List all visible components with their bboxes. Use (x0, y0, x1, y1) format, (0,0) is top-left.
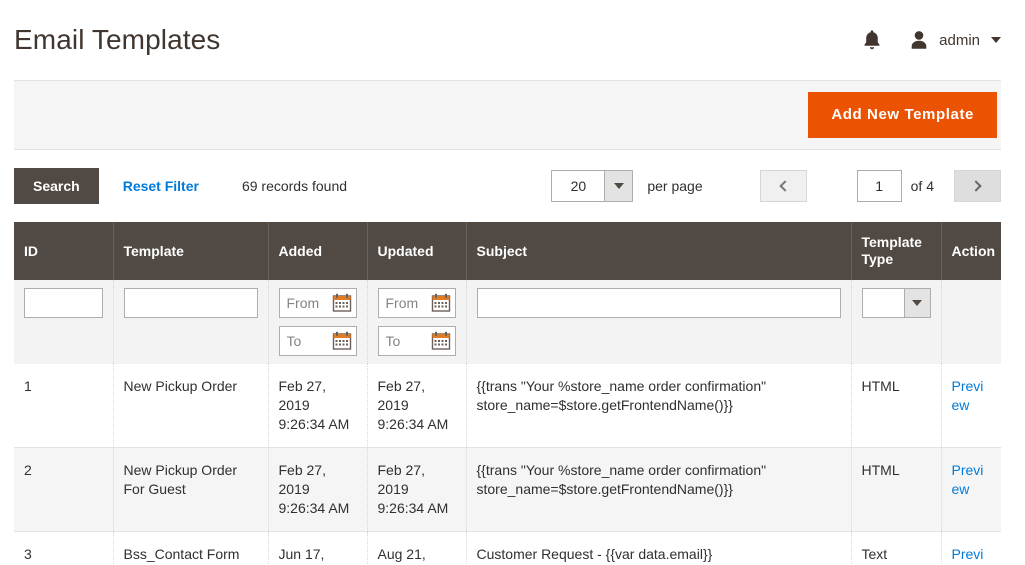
cell-subject: {{trans "Your %store_name order confirma… (466, 364, 852, 448)
per-page-select[interactable]: 20 (551, 170, 634, 202)
filter-added-to (278, 326, 357, 356)
cell-subject: {{trans "Your %store_name order confirma… (466, 447, 852, 532)
cell-template-type: HTML (851, 447, 942, 532)
total-pages-label: of 4 (910, 178, 934, 194)
preview-link[interactable]: Preview (952, 546, 984, 565)
calendar-icon[interactable] (431, 331, 451, 351)
grid-filters (14, 280, 1001, 364)
filter-cell-subject (466, 280, 852, 364)
grid-header: ID Template Added Updated Subject Templa… (14, 222, 1001, 280)
column-header-action: Action (941, 222, 1001, 280)
filter-template-type-value (863, 289, 904, 317)
cell-template-type: Text (851, 531, 942, 565)
grid-toolbar: Search Reset Filter 69 records found 20 … (14, 150, 1001, 222)
chevron-down-icon (991, 37, 1001, 43)
page-title: Email Templates (14, 24, 221, 55)
column-header-subject[interactable]: Subject (466, 222, 852, 280)
chevron-left-icon (778, 180, 791, 192)
previous-page-button[interactable] (759, 170, 807, 202)
calendar-icon[interactable] (332, 331, 352, 351)
cell-updated: Feb 27, 2019 9:26:34 AM (367, 364, 467, 448)
chevron-down-icon-shape (912, 300, 922, 306)
filter-cell-added (268, 280, 368, 364)
table-row[interactable]: 2 New Pickup Order For Guest Feb 27, 201… (14, 447, 1001, 532)
search-button[interactable]: Search (14, 168, 99, 204)
email-templates-page: Email Templates admin Add New Template S… (0, 0, 1025, 565)
cell-added: Jun 17, 2014 9:45:32 AM (268, 531, 368, 565)
cell-id: 2 (14, 447, 114, 532)
calendar-icon[interactable] (431, 293, 451, 313)
calendar-icon[interactable] (332, 293, 352, 313)
cell-id: 3 (14, 531, 114, 565)
column-header-updated[interactable]: Updated (367, 222, 467, 280)
toolbar-right: 20 per page of 4 (551, 170, 1001, 202)
cell-action: Preview (941, 447, 1001, 532)
filter-template-type-select[interactable] (861, 288, 931, 318)
page-actions-bar: Add New Template (14, 80, 1001, 150)
bell-icon[interactable] (862, 29, 882, 51)
page-header: Email Templates admin (0, 0, 1025, 80)
records-found-label: 69 records found (241, 178, 348, 194)
cell-updated: Feb 27, 2019 9:26:34 AM (367, 447, 467, 532)
admin-user-name: admin (939, 31, 980, 49)
page-number-input[interactable] (856, 170, 902, 202)
header-tools: admin (862, 29, 1001, 51)
column-header-template-type[interactable]: Template Type (851, 222, 942, 280)
filter-updated-from (377, 288, 456, 318)
chevron-down-icon (903, 289, 930, 317)
reset-filter-link[interactable]: Reset Filter (123, 178, 199, 194)
email-templates-grid: ID Template Added Updated Subject Templa… (14, 222, 1001, 565)
grid-body: 1 New Pickup Order Feb 27, 2019 9:26:34 … (14, 364, 1001, 565)
cell-subject: Customer Request - {{var data.email}} (466, 531, 852, 565)
filter-cell-template (113, 280, 269, 364)
per-page-value: 20 (570, 178, 587, 194)
filter-template-input[interactable] (123, 288, 258, 318)
preview-link[interactable]: Preview (952, 378, 984, 413)
filter-cell-action (941, 280, 1001, 364)
cell-updated: Aug 21, 2018 11:21:47 PM (367, 531, 467, 565)
cell-action: Preview (941, 531, 1001, 565)
add-new-template-button[interactable]: Add New Template (808, 92, 997, 138)
preview-link[interactable]: Preview (952, 462, 984, 497)
table-row[interactable]: 1 New Pickup Order Feb 27, 2019 9:26:34 … (14, 364, 1001, 448)
cell-template: Bss_Contact Form (113, 531, 269, 565)
column-header-added[interactable]: Added (268, 222, 368, 280)
cell-id: 1 (14, 364, 114, 448)
avatar-icon (911, 31, 927, 49)
filter-added-from (278, 288, 357, 318)
pager: of 4 (759, 170, 1001, 202)
filter-cell-id (14, 280, 114, 364)
column-header-id[interactable]: ID (14, 222, 114, 280)
next-page-button[interactable] (954, 170, 1001, 202)
grid-header-row: ID Template Added Updated Subject Templa… (14, 222, 1001, 280)
toolbar-left: Search Reset Filter 69 records found (14, 168, 347, 204)
table-row[interactable]: 3 Bss_Contact Form Jun 17, 2014 9:45:32 … (14, 531, 1001, 565)
cell-template-type: HTML (851, 364, 942, 448)
bell-icon-svg (864, 30, 880, 50)
cell-template: New Pickup Order For Guest (113, 447, 269, 532)
filter-cell-updated (367, 280, 467, 364)
filter-updated-to (377, 326, 456, 356)
grid-container: ID Template Added Updated Subject Templa… (14, 222, 1001, 565)
cell-template: New Pickup Order (113, 364, 269, 448)
cell-added: Feb 27, 2019 9:26:34 AM (268, 364, 368, 448)
filter-row (14, 280, 1001, 364)
filter-id-input[interactable] (24, 288, 103, 318)
cell-action: Preview (941, 364, 1001, 448)
cell-added: Feb 27, 2019 9:26:34 AM (268, 447, 368, 532)
chevron-down-icon (604, 171, 633, 201)
chevron-right-icon (970, 180, 982, 192)
filter-cell-template-type (851, 280, 942, 364)
chevron-down-icon-shape (613, 183, 624, 189)
per-page-label: per page (647, 178, 703, 194)
column-header-template[interactable]: Template (113, 222, 269, 280)
filter-subject-input[interactable] (476, 288, 841, 318)
admin-user-menu[interactable]: admin (908, 29, 1001, 51)
